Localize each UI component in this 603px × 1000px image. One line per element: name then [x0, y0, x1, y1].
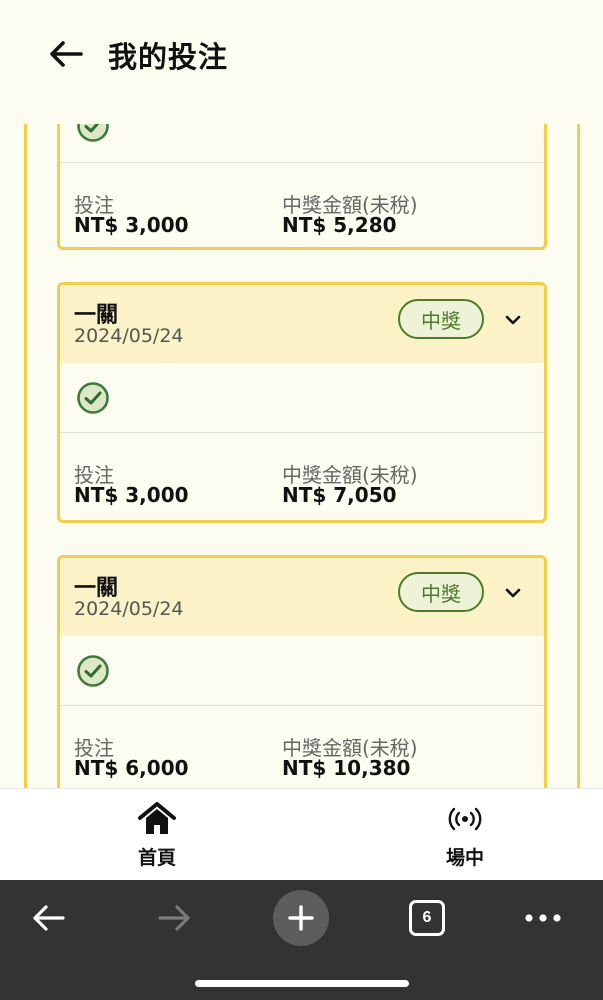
browser-menu-button[interactable] [513, 888, 573, 948]
bottom-tab-bar: 首頁 場中 [0, 788, 603, 880]
bet-card: 一關 2024/05/24 中獎 投注 NT$ 6,000 中獎金額(未稅) N… [57, 555, 547, 788]
my-bets-page: 我的投注 投注 NT$ 3,000 中獎金額(未稅) NT$ 5,280 一關 [0, 0, 603, 1000]
amount-row: 投注 NT$ 3,000 中獎金額(未稅) NT$ 7,050 [60, 433, 544, 517]
arrow-right-icon [158, 905, 190, 931]
more-dots-icon [525, 914, 561, 922]
browser-back-button[interactable] [18, 888, 78, 948]
payout-value: NT$ 10,380 [282, 756, 411, 780]
expand-button[interactable] [498, 578, 528, 608]
plus-icon [288, 905, 314, 931]
payout-value: NT$ 7,050 [282, 483, 397, 507]
chevron-down-icon [505, 588, 521, 598]
bet-card: 投注 NT$ 3,000 中獎金額(未稅) NT$ 5,280 [57, 124, 547, 250]
live-broadcast-icon [448, 807, 482, 831]
home-icon [138, 802, 176, 834]
tab-home[interactable]: 首頁 [97, 799, 217, 871]
tab-count: 6 [409, 900, 445, 936]
amount-row: 投注 NT$ 3,000 中獎金額(未稅) NT$ 5,280 [60, 163, 544, 247]
selection-row [60, 124, 544, 163]
new-tab-button[interactable] [271, 888, 331, 948]
arrow-left-icon [33, 905, 65, 931]
bet-amount-value: NT$ 3,000 [74, 483, 189, 507]
expand-button[interactable] [498, 305, 528, 335]
tab-label: 首頁 [137, 847, 176, 869]
bet-amount-value: NT$ 3,000 [74, 213, 189, 237]
card-header[interactable]: 一關 2024/05/24 中獎 [60, 285, 544, 363]
check-circle-icon [77, 382, 109, 414]
bet-amount-value: NT$ 6,000 [74, 756, 189, 780]
bet-date: 2024/05/24 [74, 325, 184, 347]
back-button[interactable] [44, 30, 88, 78]
arrow-left-icon [50, 41, 83, 67]
tab-switcher-button[interactable]: 6 [397, 888, 457, 948]
tab-label: 場中 [445, 847, 484, 869]
amount-row: 投注 NT$ 6,000 中獎金額(未稅) NT$ 10,380 [60, 706, 544, 788]
bet-date: 2024/05/24 [74, 598, 184, 620]
app-header: 我的投注 [0, 0, 603, 124]
check-circle-icon [77, 124, 109, 142]
page-title: 我的投注 [108, 40, 229, 74]
home-indicator [195, 980, 409, 987]
browser-forward-button[interactable] [145, 888, 205, 948]
bet-list[interactable]: 投注 NT$ 3,000 中獎金額(未稅) NT$ 5,280 一關 2024/… [24, 124, 580, 788]
tab-live[interactable]: 場中 [405, 799, 525, 871]
chevron-down-icon [505, 315, 521, 325]
payout-value: NT$ 5,280 [282, 213, 397, 237]
card-header[interactable]: 一關 2024/05/24 中獎 [60, 558, 544, 636]
selection-row [60, 363, 544, 433]
check-circle-icon [77, 655, 109, 687]
status-badge: 中獎 [398, 299, 484, 339]
status-badge: 中獎 [398, 572, 484, 612]
selection-row [60, 636, 544, 706]
bet-card: 一關 2024/05/24 中獎 投注 NT$ 3,000 中獎金額(未稅) N… [57, 282, 547, 523]
